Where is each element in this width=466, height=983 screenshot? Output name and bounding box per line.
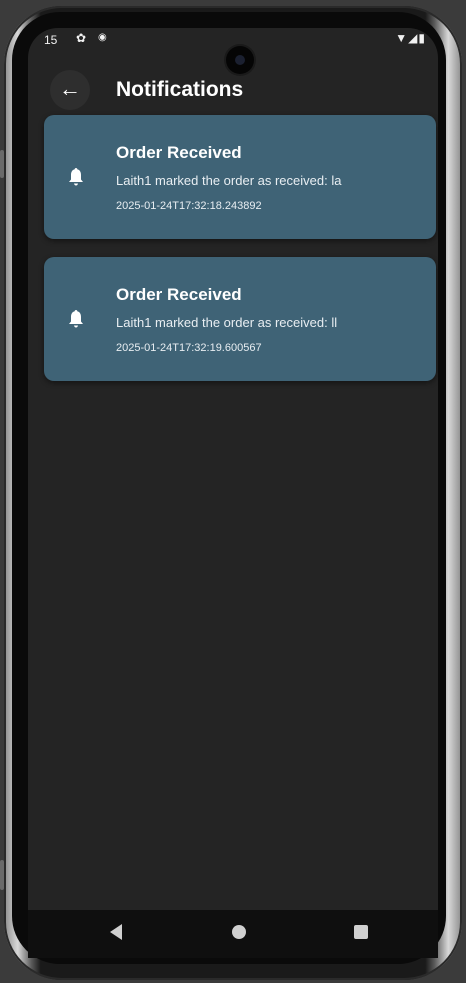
arrow-left-icon: ←: [59, 76, 81, 101]
notification-card[interactable]: Order Received Laith1 marked the order a…: [44, 115, 436, 239]
screen: 15 ✿ ◉ ▼◢▮ ← Notifications Order Receive…: [28, 28, 438, 958]
notification-message: Laith1 marked the order as received: ll: [116, 315, 338, 330]
power-button: [0, 860, 4, 890]
home-circle-icon[interactable]: [232, 925, 246, 939]
notification-title: Order Received: [116, 285, 242, 304]
notification-card[interactable]: Order Received Laith1 marked the order a…: [44, 257, 436, 381]
navigation-bar: [28, 910, 438, 958]
back-button[interactable]: ←: [50, 70, 90, 110]
gear-icon: ✿: [76, 31, 87, 45]
page-title: Notifications: [116, 78, 244, 101]
notification-timestamp: 2025-01-24T17:32:18.243892: [116, 200, 262, 212]
recents-square-icon[interactable]: [354, 925, 368, 939]
app-bar: ← Notifications: [28, 64, 438, 120]
back-triangle-icon[interactable]: [110, 924, 122, 940]
battery-icon: ▮: [418, 31, 426, 45]
shield-dot-icon: ◉: [98, 32, 107, 43]
wifi-icon: ▼: [395, 31, 409, 45]
notification-title: Order Received: [116, 143, 242, 162]
status-icons: ▼◢▮: [395, 31, 426, 45]
bell-icon: [69, 168, 83, 186]
bell-icon: [69, 310, 83, 328]
notification-message: Laith1 marked the order as received: la: [116, 173, 342, 188]
notification-timestamp: 2025-01-24T17:32:19.600567: [116, 342, 262, 354]
signal-icon: ◢: [408, 31, 419, 45]
status-time: 15: [44, 33, 58, 47]
volume-button: [0, 150, 4, 178]
